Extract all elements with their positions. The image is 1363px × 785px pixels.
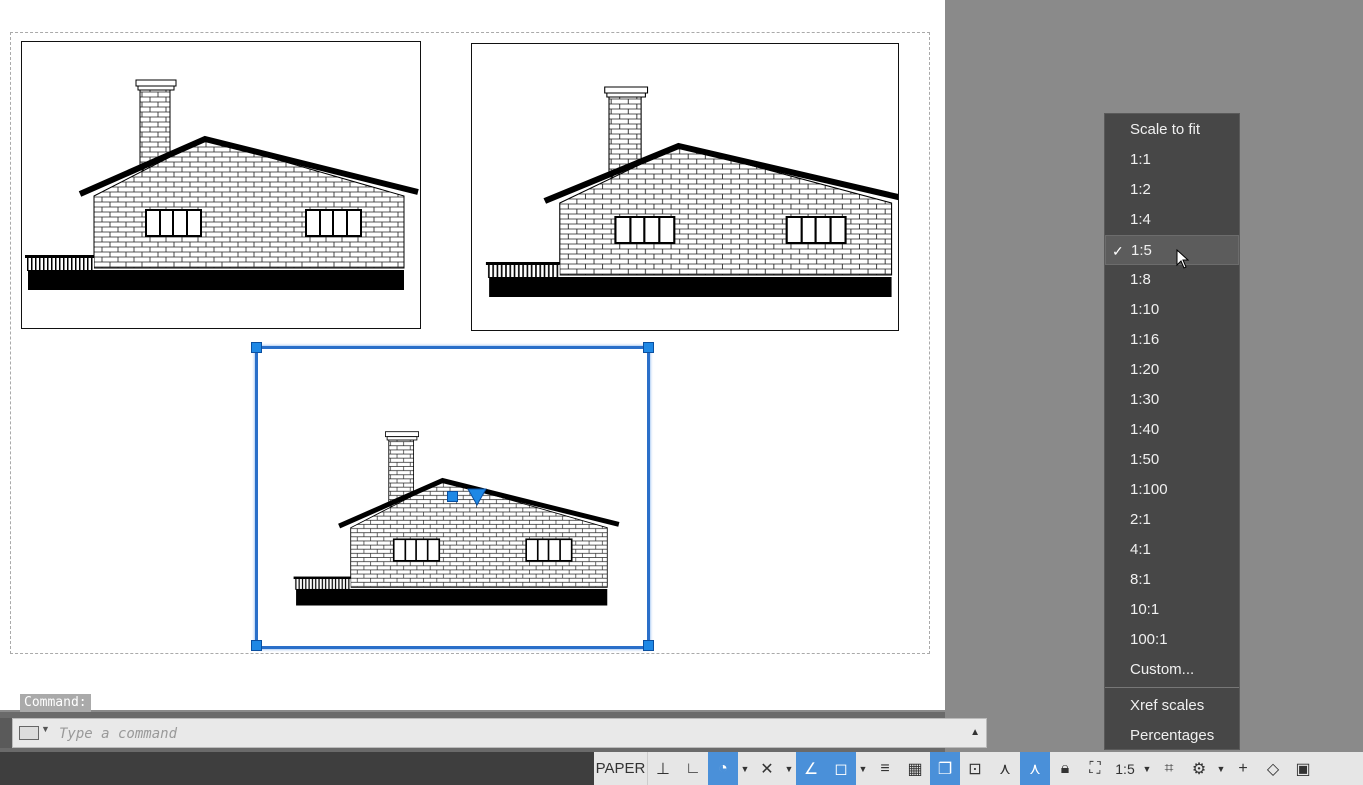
command-prompt-icon[interactable]	[19, 726, 39, 740]
chevron-down-icon[interactable]: ▼	[41, 724, 50, 734]
plus-icon[interactable]: +	[1228, 752, 1258, 785]
scale-menu-item[interactable]: Custom...	[1105, 655, 1239, 685]
dynamic-input-icon[interactable]: ∠	[796, 752, 826, 785]
scale-menu-item[interactable]: 1:30	[1105, 385, 1239, 415]
scale-menu-item[interactable]: 8:1	[1105, 565, 1239, 595]
ortho-mode-icon[interactable]: ∟	[678, 752, 708, 785]
house-drawing	[472, 44, 898, 330]
status-bar-tools: PAPER ⊥ ∟ ◔ ▼ ✕ ▼ ∠ ◻ ▼ ≡ ▦ ❐ ⊡ ⋏ ⋏ 🔒︎ ⛶…	[594, 752, 1363, 785]
scale-menu-item[interactable]: 1:16	[1105, 325, 1239, 355]
chevron-down-icon[interactable]: ▼	[1214, 752, 1228, 785]
annotation-monitor-icon[interactable]: ⊡	[960, 752, 990, 785]
mouse-cursor-icon	[1176, 249, 1190, 269]
object-snap-tracking-icon[interactable]: ✕	[752, 752, 782, 785]
scale-menu-item[interactable]: 10:1	[1105, 595, 1239, 625]
object-snap-icon[interactable]: ◻	[826, 752, 856, 785]
scale-menu-item[interactable]: 2:1	[1105, 505, 1239, 535]
scale-menu-item[interactable]: 1:100	[1105, 475, 1239, 505]
isolate-objects-icon[interactable]: ◇	[1258, 752, 1288, 785]
corner-grip-bottom-right[interactable]	[643, 640, 654, 651]
infer-constraints-icon[interactable]: ⊥	[648, 752, 678, 785]
gear-icon[interactable]: ⚙	[1184, 752, 1214, 785]
corner-grip-top-left[interactable]	[251, 342, 262, 353]
chevron-down-icon[interactable]: ▼	[738, 752, 752, 785]
scale-menu-item[interactable]: 4:1	[1105, 535, 1239, 565]
scale-menu-item[interactable]: 1:50	[1105, 445, 1239, 475]
scale-menu-item[interactable]: 1:10	[1105, 295, 1239, 325]
command-history-up-icon[interactable]: ▲	[970, 727, 980, 738]
scale-menu-extra-item[interactable]: Percentages	[1105, 721, 1239, 751]
scale-grip-triangle-icon[interactable]	[467, 488, 487, 506]
scale-menu-item[interactable]: 100:1	[1105, 625, 1239, 655]
viewport-scale-value[interactable]: 1:5	[1110, 752, 1140, 785]
paper-space-button[interactable]: PAPER	[594, 752, 648, 785]
scale-menu-item[interactable]: Scale to fit	[1105, 115, 1239, 145]
maximize-viewport-icon[interactable]: ⛶	[1080, 752, 1110, 785]
scale-menu-extra-item[interactable]: Xref scales	[1105, 691, 1239, 721]
checkmark-icon: ✓	[1112, 243, 1124, 259]
scale-menu-item[interactable]: 1:1	[1105, 145, 1239, 175]
viewport-scale-menu: Scale to fit 1:1 1:2 1:4 ✓ 1:5 1:8 1:10 1:16 1:20…	[1104, 113, 1240, 750]
scale-menu-item[interactable]: 1:40	[1105, 415, 1239, 445]
scale-menu-item[interactable]: 1:2	[1105, 175, 1239, 205]
scale-menu-item[interactable]: 1:8	[1105, 265, 1239, 295]
chevron-down-icon[interactable]: ▼	[782, 752, 796, 785]
sync-viewport-icon[interactable]: ⌗	[1154, 752, 1184, 785]
selection-cycling-icon[interactable]: ❐	[930, 752, 960, 785]
command-label: Command:	[20, 694, 91, 712]
scale-menu-item[interactable]: 1:20	[1105, 355, 1239, 385]
chevron-down-icon[interactable]: ▼	[1140, 752, 1154, 785]
polar-tracking-icon[interactable]: ◔	[708, 752, 738, 785]
clean-screen-icon[interactable]: ▣	[1288, 752, 1318, 785]
lock-icon[interactable]: 🔒︎	[1050, 752, 1080, 785]
menu-separator	[1105, 687, 1239, 688]
command-line-grip[interactable]	[0, 718, 12, 748]
viewport-top-left[interactable]	[21, 41, 421, 329]
auto-scale-icon[interactable]: ⋏	[1020, 752, 1050, 785]
center-grip[interactable]	[447, 491, 458, 502]
house-drawing	[22, 42, 420, 328]
command-line: ▼ ▲	[12, 718, 987, 748]
scale-menu-item[interactable]: ✓ 1:5	[1105, 235, 1239, 265]
viewport-top-right[interactable]	[471, 43, 899, 331]
lineweight-icon[interactable]: ≡	[870, 752, 900, 785]
corner-grip-top-right[interactable]	[643, 342, 654, 353]
paper-layout-canvas[interactable]	[0, 0, 945, 710]
corner-grip-bottom-left[interactable]	[251, 640, 262, 651]
scale-menu-item[interactable]: 1:4	[1105, 205, 1239, 235]
annotation-visibility-icon[interactable]: ⋏	[990, 752, 1020, 785]
chevron-down-icon[interactable]: ▼	[856, 752, 870, 785]
transparency-icon[interactable]: ▦	[900, 752, 930, 785]
command-input[interactable]	[57, 723, 941, 745]
